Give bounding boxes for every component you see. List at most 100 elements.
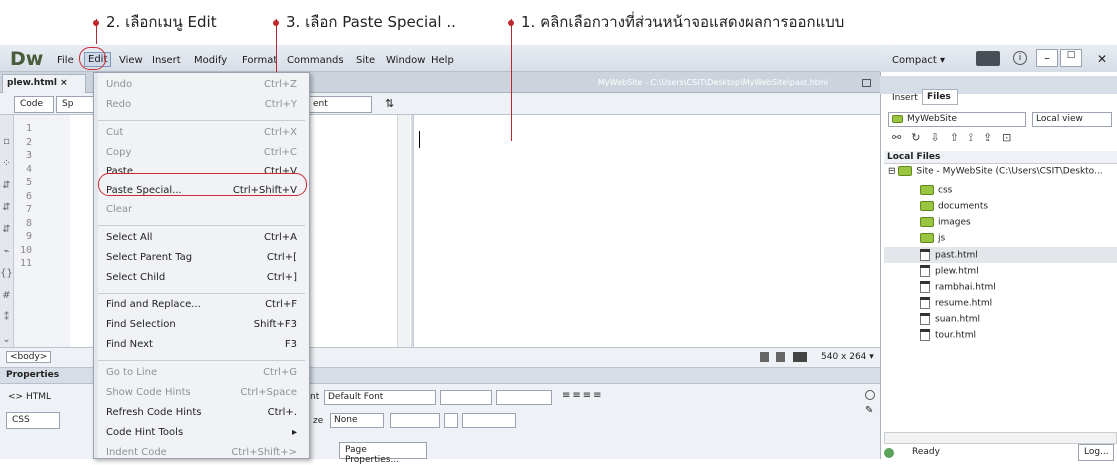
annotation-line-design bbox=[511, 19, 512, 141]
window-size-icon[interactable] bbox=[793, 352, 807, 362]
menu-item-label: Code Hint Tools bbox=[106, 427, 184, 438]
menu-item-refresh-code-hints[interactable]: Refresh Code Hints Ctrl+. bbox=[94, 404, 309, 424]
color-picker[interactable] bbox=[444, 413, 458, 428]
file-tool-icons[interactable]: ⚯↻⇩⇧⟟⇪⊡ bbox=[892, 131, 1021, 145]
menu-item-shortcut: F3 bbox=[284, 339, 297, 350]
page-properties-button[interactable]: Page Properties... bbox=[339, 442, 427, 465]
menu-item-copy[interactable]: Copy Ctrl+C bbox=[94, 144, 309, 164]
tree-folder-css[interactable]: css bbox=[920, 185, 1117, 201]
menu-window[interactable]: Window bbox=[386, 55, 425, 66]
menu-help[interactable]: Help bbox=[431, 55, 454, 66]
tree-folder-images[interactable]: images bbox=[920, 217, 1117, 233]
menu-item-label: Undo bbox=[106, 79, 133, 90]
menu-item-show-code-hints[interactable]: Show Code Hints Ctrl+Space bbox=[94, 384, 309, 404]
html-mode-button[interactable]: <> HTML bbox=[8, 392, 51, 402]
size-select[interactable]: None bbox=[330, 413, 384, 428]
edit-icon[interactable]: ✎ bbox=[865, 405, 873, 416]
document-path: MyWebSite - C:\Users\CSIT\Desktop\MyWebS… bbox=[598, 78, 828, 87]
tree-root[interactable]: ⊟ Site - MyWebSite (C:\Users\CSIT\Deskto… bbox=[888, 166, 1117, 182]
menu-item-select-all[interactable]: Select All Ctrl+A bbox=[94, 229, 309, 249]
tree-label: documents bbox=[938, 201, 989, 212]
log-button[interactable]: Log... bbox=[1078, 444, 1114, 461]
menu-item-find-and-replace[interactable]: Find and Replace... Ctrl+F bbox=[94, 296, 309, 316]
restore-doc-icon[interactable] bbox=[862, 79, 871, 87]
font-style-select[interactable] bbox=[440, 390, 492, 405]
tree-label: css bbox=[938, 185, 953, 196]
menu-view[interactable]: View bbox=[119, 55, 143, 66]
design-view[interactable] bbox=[413, 115, 880, 347]
dreamweaver-logo: Dw bbox=[10, 48, 44, 70]
tree-file-resume[interactable]: resume.html bbox=[920, 297, 1117, 313]
files-panel-tabs bbox=[880, 76, 1117, 94]
folder-icon bbox=[920, 217, 934, 227]
close-button[interactable]: ✕ bbox=[1097, 52, 1107, 66]
view-select[interactable]: Local view bbox=[1032, 112, 1112, 127]
menu-format[interactable]: Format bbox=[242, 55, 277, 66]
menu-item-label: Show Code Hints bbox=[106, 387, 191, 398]
tag-selector[interactable]: <body> bbox=[6, 351, 52, 363]
extensions-icon[interactable] bbox=[976, 51, 1000, 66]
font-label: nt bbox=[310, 392, 320, 402]
maximize-button[interactable]: □ bbox=[1060, 49, 1082, 67]
menu-item-label: Find Selection bbox=[106, 319, 176, 330]
tree-file-rambhai[interactable]: rambhai.html bbox=[920, 281, 1117, 297]
menu-site[interactable]: Site bbox=[356, 55, 375, 66]
folder-icon bbox=[920, 233, 934, 243]
workspace-switcher[interactable]: Compact ▾ bbox=[892, 55, 945, 66]
menu-file[interactable]: File bbox=[57, 55, 74, 66]
tree-file-tour[interactable]: tour.html bbox=[920, 329, 1117, 345]
menu-item-select-parent-tag[interactable]: Select Parent Tag Ctrl+[ bbox=[94, 249, 309, 269]
folder-icon bbox=[920, 201, 934, 211]
tree-file-past[interactable]: past.html bbox=[920, 249, 1117, 265]
menu-item-undo[interactable]: Undo Ctrl+Z bbox=[94, 76, 309, 96]
document-tab[interactable]: plew.html × bbox=[2, 74, 86, 93]
select-tool-icon[interactable] bbox=[760, 352, 769, 362]
menu-separator bbox=[98, 360, 305, 361]
window-size[interactable]: 540 x 264 ▾ bbox=[821, 352, 874, 362]
menu-item-redo[interactable]: Redo Ctrl+Y bbox=[94, 96, 309, 116]
css-mode-button[interactable]: CSS bbox=[6, 412, 60, 429]
split-view-button[interactable]: Sp bbox=[56, 96, 94, 113]
files-tab[interactable]: Files bbox=[922, 89, 958, 105]
menu-item-indent-code[interactable]: Indent Code Ctrl+Shift+> bbox=[94, 444, 309, 459]
code-view-button[interactable]: Code bbox=[14, 96, 54, 113]
menu-item-label: Select Parent Tag bbox=[106, 252, 193, 263]
coding-tool-icons[interactable]: ▫ ⁘ ⇵ ⇵ ⇵ ⌁{} # ⁑ ⌄ bbox=[0, 131, 13, 351]
help-icon[interactable]: i bbox=[1013, 51, 1027, 65]
menu-insert[interactable]: Insert bbox=[152, 55, 181, 66]
tree-label: rambhai.html bbox=[935, 282, 996, 293]
file-management-icon[interactable]: ⇅ bbox=[385, 97, 394, 110]
tree-file-plew[interactable]: plew.html bbox=[920, 265, 1117, 281]
help-icon[interactable] bbox=[865, 390, 875, 400]
site-select[interactable]: MyWebSite bbox=[888, 112, 1026, 127]
menu-item-cut[interactable]: Cut Ctrl+X bbox=[94, 124, 309, 144]
font-weight-select[interactable] bbox=[496, 390, 552, 405]
align-icons[interactable]: ≡≡≡≡ bbox=[562, 390, 604, 401]
font-select[interactable]: Default Font bbox=[324, 390, 436, 405]
minimize-button[interactable]: _ bbox=[1036, 49, 1058, 67]
size-unit-select[interactable] bbox=[390, 413, 440, 428]
tree-folder-documents[interactable]: documents bbox=[920, 201, 1117, 217]
text-cursor bbox=[419, 131, 420, 148]
files-hscrollbar[interactable] bbox=[884, 432, 1117, 444]
menu-item-select-child[interactable]: Select Child Ctrl+] bbox=[94, 269, 309, 289]
line-number: 9 bbox=[25, 231, 32, 242]
menu-item-shortcut: Shift+F3 bbox=[253, 319, 297, 330]
chevron-down-icon: ▾ bbox=[939, 55, 945, 66]
menu-item-find-next[interactable]: Find Next F3 bbox=[94, 336, 309, 356]
tree-file-suan[interactable]: suan.html bbox=[920, 313, 1117, 329]
menu-item-shortcut: Ctrl+X bbox=[263, 127, 297, 138]
title-field[interactable]: ent bbox=[308, 96, 372, 113]
menu-modify[interactable]: Modify bbox=[194, 55, 227, 66]
code-scrollbar[interactable] bbox=[397, 115, 410, 347]
color-input[interactable] bbox=[462, 413, 516, 428]
annotation-step1-text: 1. คลิกเลือกวางที่ส่วนหน้าจอแสดงผลการออก… bbox=[521, 13, 845, 31]
insert-tab[interactable]: Insert bbox=[892, 93, 918, 103]
menu-item-find-selection[interactable]: Find Selection Shift+F3 bbox=[94, 316, 309, 336]
menu-commands[interactable]: Commands bbox=[287, 55, 344, 66]
line-number: 5 bbox=[25, 177, 32, 188]
menu-item-go-to-line[interactable]: Go to Line Ctrl+G bbox=[94, 364, 309, 384]
menu-item-clear[interactable]: Clear bbox=[94, 201, 309, 221]
hand-tool-icon[interactable] bbox=[776, 352, 785, 362]
menu-item-code-hint-tools[interactable]: Code Hint Tools ▸ bbox=[94, 424, 309, 444]
